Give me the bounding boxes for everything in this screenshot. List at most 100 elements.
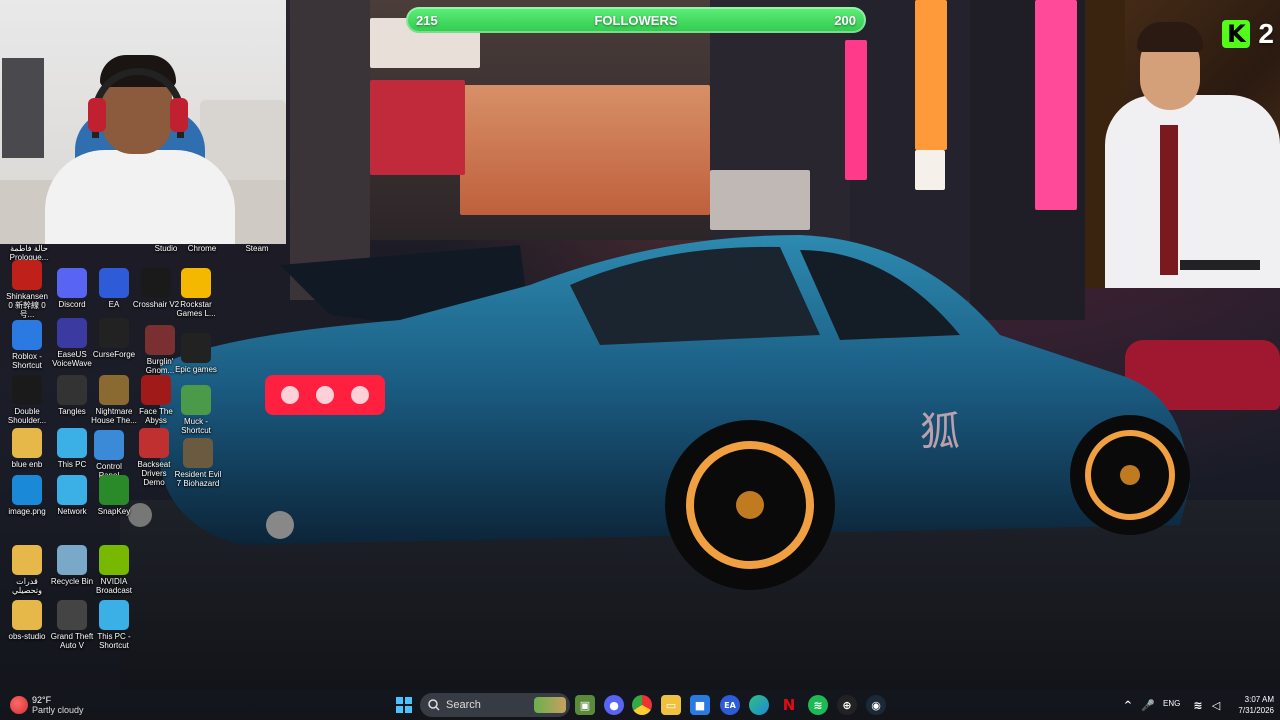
taskbar-steam-icon[interactable]: ◉ (866, 695, 886, 715)
desktop-icon[interactable]: image.png (3, 475, 51, 516)
desktop-icon[interactable]: CurseForge (90, 318, 138, 359)
taskbar-search-box[interactable]: Search (420, 693, 570, 717)
desktop-icon[interactable]: Discord (48, 268, 96, 309)
search-placeholder: Search (446, 699, 481, 711)
desktop-icon[interactable]: EA (90, 268, 138, 309)
folder-icon (12, 600, 42, 630)
wallpaper-sign (710, 170, 810, 230)
wallpaper-sign (370, 80, 465, 175)
clock[interactable]: 3:07 AM 7/31/2026 (1228, 694, 1274, 716)
desktop-icon-label: image.png (8, 507, 46, 516)
curseforge-icon (99, 318, 129, 348)
desktop-icon-label: Rockstar Games L... (176, 300, 216, 318)
guest-person-hair (1137, 22, 1203, 52)
wallpaper-sign (845, 40, 867, 180)
desktop-icon[interactable]: Double Shoulder... (3, 375, 51, 425)
desktop-icon[interactable]: Tangles (48, 375, 96, 416)
microphone-icon[interactable]: 🎤 (1138, 695, 1158, 715)
roblox-icon (12, 320, 42, 350)
desktop-icon[interactable]: Network (48, 475, 96, 516)
desktop-icon[interactable]: Control Panel (85, 430, 133, 480)
desktop-icon[interactable]: NVIDIA Broadcast (90, 545, 138, 595)
clock-time: 3:07 AM (1244, 695, 1274, 704)
desktop-icon-label: EaseUS VoiceWave (52, 350, 92, 368)
kick-viewer-count: 2 (1258, 18, 1274, 49)
weather-widget[interactable]: 92°F Partly cloudy (10, 693, 84, 717)
weather-temperature: 92°F (32, 695, 52, 705)
show-hidden-icons-chevron-icon[interactable]: ^ (1118, 695, 1138, 715)
desktop-icon-label: This PC - Shortcut (97, 632, 131, 650)
desktop-icon[interactable]: Steam (233, 244, 281, 253)
ds-icon (12, 375, 42, 405)
desktop-icon-label: Recycle Bin (50, 577, 94, 586)
game-icon (99, 375, 129, 405)
ea-icon (99, 268, 129, 298)
network-icon (57, 475, 87, 505)
wifi-icon[interactable]: ≋ (1188, 695, 1208, 715)
game-icon (139, 428, 169, 458)
taskbar-netflix-icon[interactable]: N (779, 695, 799, 715)
kick-logo-icon: K (1222, 20, 1251, 48)
desktop-icon[interactable]: obs-studio (3, 600, 51, 641)
desktop-icon[interactable]: Nightmare House The... (90, 375, 138, 425)
svg-text:狐: 狐 (920, 409, 960, 455)
desktop-icon[interactable]: Muck - Shortcut (172, 385, 220, 435)
start-button[interactable] (394, 695, 414, 715)
desktop-icon-label: Roblox - Shortcut (12, 352, 42, 370)
folder-icon (12, 428, 42, 458)
guest-person-belt (1180, 260, 1260, 270)
search-highlight-icon (534, 697, 566, 713)
game-icon (145, 325, 175, 355)
taskbar-file-explorer-icon[interactable]: ▭ (661, 695, 681, 715)
gta-icon (57, 600, 87, 630)
desktop-icon[interactable]: Rockstar Games L... (172, 268, 220, 318)
desktop-icon[interactable]: Recycle Bin (48, 545, 96, 586)
weather-icon (10, 696, 28, 714)
desktop-icon-label: SnapKey (97, 507, 131, 516)
followers-target: 200 (834, 12, 856, 28)
desktop-icon[interactable]: Resident Evil 7 Biohazard (174, 438, 222, 488)
wallpaper-car: 狐 (128, 235, 1190, 590)
desktop-icon[interactable]: SnapKey (90, 475, 138, 516)
desktop-icon[interactable]: قدرات وتحصيلي (3, 545, 51, 595)
taskbar-crosshair-icon[interactable]: ⊕ (837, 695, 857, 715)
desktop-icon[interactable]: Shinkansen 0 新幹線 0号... (3, 260, 51, 319)
desktop-icon[interactable]: Roblox - Shortcut (3, 320, 51, 370)
desktop-icon[interactable]: This PC - Shortcut (90, 600, 138, 650)
desktop-icon-label: Nightmare House The... (91, 407, 137, 425)
wallpaper-sign (1035, 0, 1077, 210)
desktop-icon[interactable]: Grand Theft Auto V (48, 600, 96, 650)
recycle-bin-icon (57, 545, 87, 575)
desktop-icon[interactable]: EaseUS VoiceWave (48, 318, 96, 368)
wallpaper-sign (915, 0, 947, 150)
desktop-icon-label: CurseForge (92, 350, 136, 359)
webcam-headset-cup (88, 98, 106, 132)
clock-date: 7/31/2026 (1238, 706, 1274, 715)
taskbar-spotify-icon[interactable]: ≋ (808, 695, 828, 715)
language-indicator[interactable]: ENG (1163, 699, 1180, 708)
taskbar-roblox-icon[interactable]: ■ (690, 695, 710, 715)
desktop-icon[interactable]: Epic games (172, 333, 220, 374)
kick-badge: K 2 (1222, 14, 1274, 54)
pc-icon (99, 600, 129, 630)
volume-icon[interactable]: ◁ (1206, 695, 1226, 715)
epic-icon (181, 333, 211, 363)
taskbar-ea-icon[interactable]: EA (720, 695, 740, 715)
desktop-icon-label: obs-studio (8, 632, 46, 641)
taskbar-discord-icon[interactable]: ● (604, 695, 624, 715)
taskbar-edge-icon[interactable] (749, 695, 769, 715)
snapkey-icon (99, 475, 129, 505)
guest-image-overlay: K 2 (1085, 0, 1280, 288)
desktop-icon-label: Discord (58, 300, 86, 309)
windows-logo-icon (396, 697, 412, 713)
search-icon (428, 699, 440, 711)
folder-icon (12, 545, 42, 575)
desktop-icon[interactable]: blue enb (3, 428, 51, 469)
desktop-icon-label: Chrome (187, 244, 217, 253)
webcam-overlay (0, 0, 286, 244)
taskbar-minecraft-icon[interactable]: ▣ (575, 695, 595, 715)
desktop-icon-label: NVIDIA Broadcast (95, 577, 133, 595)
desktop-icon[interactable]: Chrome (178, 244, 226, 253)
desktop-icon-label: قدرات وتحصيلي (12, 577, 42, 595)
taskbar-chrome-icon[interactable] (632, 695, 652, 715)
